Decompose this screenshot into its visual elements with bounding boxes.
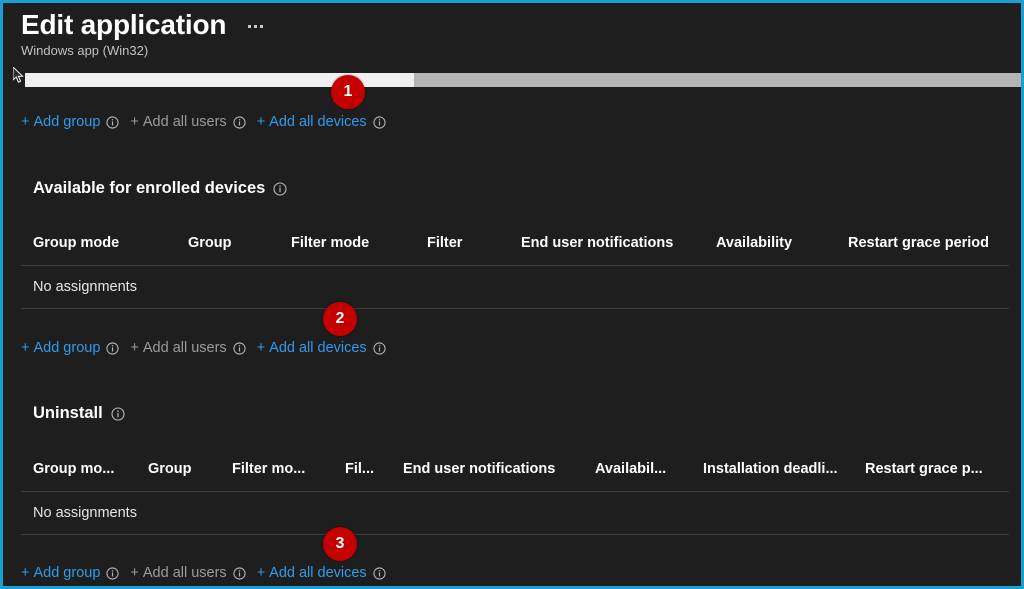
info-circle-icon[interactable]: [106, 341, 119, 355]
plus-icon: +: [130, 340, 139, 356]
ellipsis-dot: [260, 25, 264, 28]
add-all-users-link[interactable]: + Add all users: [130, 114, 246, 130]
add-group-link[interactable]: + Add group: [21, 114, 119, 130]
plus-icon: +: [21, 565, 30, 581]
plus-icon: +: [256, 340, 266, 356]
table-divider: [21, 308, 1009, 309]
horizontal-scrollbar-track[interactable]: [25, 73, 1021, 87]
info-circle-icon[interactable]: [233, 341, 246, 355]
section-title: Uninstall: [33, 404, 103, 422]
info-circle-icon[interactable]: [106, 115, 119, 129]
step-badge-3: 3: [323, 527, 357, 561]
add-all-devices-label: Add all devices: [269, 565, 367, 581]
info-circle-icon[interactable]: [273, 181, 287, 196]
column-header-restart-grace-period[interactable]: Restart grace p...: [865, 461, 983, 477]
title-row: Edit application: [21, 9, 1021, 41]
add-group-label: Add group: [33, 340, 101, 356]
ellipsis-horizontal-icon[interactable]: [244, 23, 267, 30]
info-circle-icon[interactable]: [373, 341, 386, 355]
column-header-group-mode[interactable]: Group mode: [33, 235, 119, 251]
column-header-filter[interactable]: Fil...: [345, 461, 374, 477]
plus-icon: +: [21, 340, 30, 356]
info-circle-icon[interactable]: [233, 566, 246, 580]
table-divider: [21, 491, 1009, 492]
table-header-row: Group mo... Group Filter mo... Fil... En…: [3, 461, 1021, 491]
section-heading-uninstall: Uninstall: [33, 404, 125, 423]
column-header-filter[interactable]: Filter: [427, 235, 462, 251]
column-header-filter-mode[interactable]: Filter mode: [291, 235, 369, 251]
column-header-group[interactable]: Group: [188, 235, 232, 251]
plus-icon: +: [256, 114, 266, 130]
info-circle-icon[interactable]: [233, 115, 246, 129]
add-all-devices-link[interactable]: + Add all devices: [257, 340, 386, 356]
column-header-filter-mode[interactable]: Filter mo...: [232, 461, 305, 477]
table-divider: [21, 265, 1009, 266]
add-all-users-link[interactable]: + Add all users: [130, 340, 246, 356]
add-all-users-label: Add all users: [142, 114, 227, 130]
edit-application-pane: Edit application Windows app (Win32) + A…: [0, 0, 1024, 589]
assignments-table-uninstall: Group mo... Group Filter mo... Fil... En…: [3, 461, 1021, 535]
add-group-label: Add group: [33, 114, 101, 130]
column-header-end-user-notifications[interactable]: End user notifications: [521, 235, 673, 251]
page-title: Edit application: [21, 9, 227, 40]
step-badge-1: 1: [331, 75, 365, 109]
empty-state-text: No assignments: [33, 505, 137, 521]
add-all-devices-link[interactable]: + Add all devices: [257, 565, 386, 581]
add-all-devices-label: Add all devices: [269, 340, 367, 356]
assignment-links-row-1: + Add group + Add all users + Add all de…: [21, 111, 386, 133]
info-circle-icon[interactable]: [373, 115, 386, 129]
section-title: Available for enrolled devices: [33, 179, 266, 197]
add-group-label: Add group: [33, 565, 101, 581]
column-header-restart-grace-period[interactable]: Restart grace period: [848, 235, 989, 251]
column-header-end-user-notifications[interactable]: End user notifications: [403, 461, 555, 477]
step-badge-2: 2: [323, 302, 357, 336]
plus-icon: +: [256, 565, 266, 581]
page-subtitle: Windows app (Win32): [21, 43, 149, 59]
assignments-table-available: Group mode Group Filter mode Filter End …: [3, 235, 1021, 309]
ellipsis-dot: [254, 25, 258, 28]
column-header-group[interactable]: Group: [148, 461, 192, 477]
section-heading-available-for-enrolled-devices: Available for enrolled devices: [33, 179, 287, 198]
table-divider: [21, 534, 1009, 535]
column-header-installation-deadline[interactable]: Installation deadli...: [703, 461, 838, 477]
assignment-links-row-2: + Add group + Add all users + Add all de…: [21, 337, 386, 359]
add-all-devices-label: Add all devices: [269, 114, 367, 130]
column-header-availability[interactable]: Availability: [716, 235, 792, 251]
add-all-users-label: Add all users: [142, 565, 227, 581]
plus-icon: +: [21, 114, 30, 130]
info-circle-icon[interactable]: [373, 566, 386, 580]
ellipsis-dot: [248, 25, 252, 28]
add-all-users-label: Add all users: [142, 340, 227, 356]
info-circle-icon[interactable]: [111, 406, 125, 421]
assignment-links-row-3: + Add group + Add all users + Add all de…: [21, 562, 386, 584]
table-header-row: Group mode Group Filter mode Filter End …: [3, 235, 1021, 265]
add-group-link[interactable]: + Add group: [21, 565, 119, 581]
info-circle-icon[interactable]: [106, 566, 119, 580]
add-all-devices-link[interactable]: + Add all devices: [257, 114, 386, 130]
plus-icon: +: [130, 565, 139, 581]
plus-icon: +: [130, 114, 139, 130]
empty-state-text: No assignments: [33, 279, 137, 295]
add-all-users-link[interactable]: + Add all users: [130, 565, 246, 581]
add-group-link[interactable]: + Add group: [21, 340, 119, 356]
pane-header: Edit application Windows app (Win32): [3, 3, 1021, 58]
column-header-availability[interactable]: Availabil...: [595, 461, 666, 477]
column-header-group-mode[interactable]: Group mo...: [33, 461, 114, 477]
